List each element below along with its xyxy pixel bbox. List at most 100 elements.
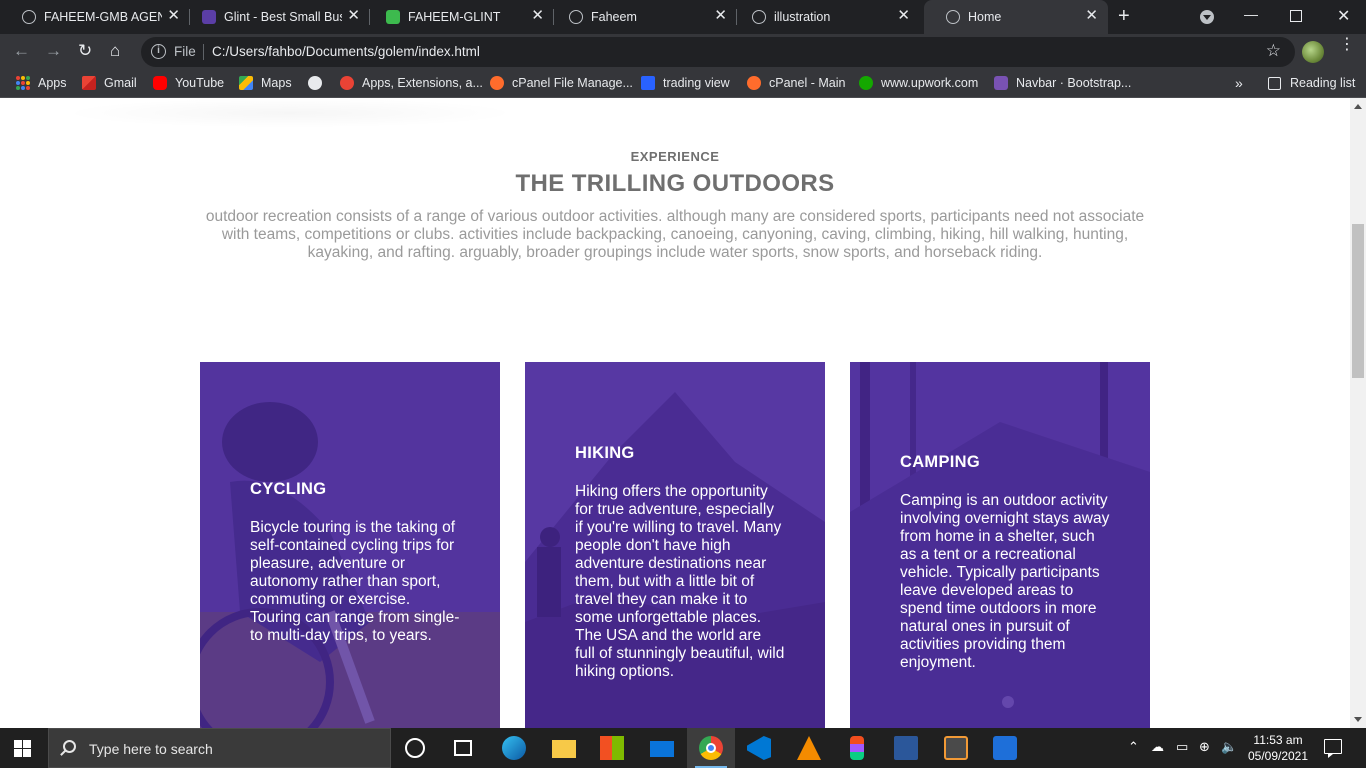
page-scrollbar[interactable]	[1350, 98, 1366, 728]
mail-icon[interactable]	[650, 741, 674, 757]
card-text: Camping is an outdoor activity involving…	[900, 492, 1110, 671]
bookmark-cpanel-file-manager[interactable]: cPanel File Manage...	[490, 76, 633, 90]
tab-faheem-gmb[interactable]: FAHEEM-GMB AGENCY ✕	[0, 0, 190, 34]
close-icon[interactable]: ✕	[1085, 8, 1098, 24]
globe-icon	[308, 76, 322, 90]
battery-icon[interactable]: ▭	[1176, 739, 1188, 755]
close-icon[interactable]: ✕	[897, 8, 910, 24]
app-icon[interactable]	[993, 736, 1017, 760]
reading-list-button[interactable]: Reading list	[1268, 76, 1355, 90]
card-title: CYCLING	[250, 480, 327, 498]
onedrive-icon[interactable]: ☁	[1151, 739, 1164, 755]
new-tab-button[interactable]: +	[1118, 5, 1130, 27]
extensions-icon	[340, 76, 354, 90]
section-intro: outdoor recreation consists of a range o…	[205, 208, 1145, 261]
colorlib-icon	[202, 10, 216, 24]
profile-avatar[interactable]	[1302, 41, 1324, 63]
bookmark-apps[interactable]: Apps	[16, 76, 67, 90]
word-icon[interactable]	[894, 736, 918, 760]
close-icon[interactable]: ✕	[167, 8, 180, 24]
tradingview-icon	[641, 76, 655, 90]
url-text[interactable]: C:/Users/fahbo/Documents/golem/index.htm…	[212, 44, 480, 59]
close-window-button[interactable]: ✕	[1337, 6, 1350, 26]
volume-icon[interactable]: 🔈	[1221, 739, 1237, 755]
cpanel-icon	[747, 76, 761, 90]
scroll-up-arrow[interactable]	[1354, 104, 1362, 109]
bookmark-extensions[interactable]: Apps, Extensions, a...	[340, 76, 483, 90]
reload-button[interactable]: ↻	[78, 42, 92, 60]
card-title: CAMPING	[900, 453, 981, 471]
apps-grid-icon	[16, 76, 30, 90]
bookmark-trading-view[interactable]: trading view	[641, 76, 730, 90]
bookmark-bootstrap[interactable]: Navbar · Bootstrap...	[994, 76, 1131, 90]
bookmark-cpanel-main[interactable]: cPanel - Main	[747, 76, 845, 90]
bookmark-youtube[interactable]: YouTube	[153, 76, 224, 90]
bootstrap-icon	[994, 76, 1008, 90]
youtube-icon	[153, 76, 167, 90]
bookmark-maps[interactable]: Maps	[239, 76, 292, 90]
chrome-taskbar-button[interactable]	[687, 728, 735, 768]
sublime-icon[interactable]	[944, 736, 968, 760]
tab-title: FAHEEM-GMB AGENCY	[44, 10, 162, 24]
globe-icon	[22, 10, 36, 24]
home-button[interactable]: ⌂	[110, 42, 120, 60]
tab-illustration[interactable]: illustration ✕	[730, 0, 920, 34]
card-text: Hiking offers the opportunity for true a…	[575, 483, 785, 680]
chrome-menu-icon[interactable]: ⋮	[1339, 37, 1355, 53]
tab-faheem[interactable]: Faheem ✕	[547, 0, 737, 34]
minimize-button[interactable]: —	[1244, 6, 1258, 22]
back-button[interactable]: ←	[13, 42, 30, 60]
forward-button[interactable]: →	[45, 42, 62, 60]
reading-list-icon	[1268, 76, 1281, 90]
figma-icon[interactable]	[850, 736, 864, 760]
section-eyebrow: EXPERIENCE	[630, 149, 720, 164]
bookmark-upwork[interactable]: www.upwork.com	[859, 76, 978, 90]
taskbar-search-box[interactable]: Type here to search	[48, 728, 391, 768]
vlc-icon[interactable]	[797, 736, 821, 760]
clock-time: 11:53 am	[1253, 733, 1303, 747]
restore-button[interactable]	[1290, 10, 1302, 22]
page-viewport: EXPERIENCE THE TRILLING OUTDOORS outdoor…	[0, 98, 1350, 728]
card-camping: CAMPING Camping is an outdoor activity i…	[850, 362, 1150, 728]
scrollbar-thumb[interactable]	[1352, 224, 1364, 378]
card-text: Bicycle touring is the taking of self-co…	[250, 519, 460, 644]
bookmarks-bar: Apps Gmail YouTube Maps Apps, Extensions…	[0, 70, 1366, 98]
tab-title: illustration	[774, 10, 831, 24]
address-bar[interactable]: i File C:/Users/fahbo/Documents/golem/in…	[141, 37, 1295, 67]
tab-title: FAHEEM-GLINT	[408, 10, 501, 24]
tab-title: Glint - Best Small Business	[224, 10, 342, 24]
tab-glint[interactable]: Glint - Best Small Business ✕	[180, 0, 370, 34]
upwork-icon	[859, 76, 873, 90]
close-icon[interactable]: ✕	[714, 8, 727, 24]
task-view-icon[interactable]	[454, 740, 472, 756]
tab-title: Faheem	[591, 10, 637, 24]
edge-icon[interactable]	[502, 736, 526, 760]
scheme-label: File	[174, 44, 196, 59]
close-icon[interactable]: ✕	[531, 8, 544, 24]
card-hiking: HIKING Hiking offers the opportunity for…	[525, 362, 825, 728]
browser-tab-strip: FAHEEM-GMB AGENCY ✕ Glint - Best Small B…	[0, 0, 1366, 34]
tab-search-button[interactable]	[1200, 10, 1214, 24]
show-hidden-icons-button[interactable]: ⌃	[1128, 739, 1139, 755]
windows-taskbar: Type here to search ⌃ ☁ ▭ ⊕ 🔈 11:53 am 0…	[0, 728, 1366, 768]
network-icon[interactable]: ⊕	[1199, 739, 1210, 755]
bookmark-star-icon[interactable]: ☆	[1266, 41, 1281, 61]
globe-icon	[946, 10, 960, 24]
tab-home[interactable]: Home ✕	[924, 0, 1108, 34]
bookmark-globe[interactable]	[308, 76, 330, 90]
cortana-icon[interactable]	[405, 738, 425, 758]
store-icon[interactable]	[600, 736, 624, 760]
bookmarks-overflow-button[interactable]: »	[1235, 75, 1243, 91]
close-icon[interactable]: ✕	[347, 8, 360, 24]
info-icon[interactable]: i	[151, 44, 166, 59]
gmail-icon	[82, 76, 96, 90]
scroll-down-arrow[interactable]	[1354, 717, 1362, 722]
tab-faheem-glint[interactable]: FAHEEM-GLINT ✕	[364, 0, 554, 34]
windows-start-button[interactable]	[14, 740, 31, 757]
search-placeholder: Type here to search	[89, 741, 213, 757]
notifications-icon[interactable]	[1324, 739, 1342, 758]
vscode-icon[interactable]	[747, 736, 771, 760]
file-explorer-icon[interactable]	[552, 740, 576, 758]
taskbar-clock[interactable]: 11:53 am 05/09/2021	[1244, 732, 1312, 764]
bookmark-gmail[interactable]: Gmail	[82, 76, 137, 90]
